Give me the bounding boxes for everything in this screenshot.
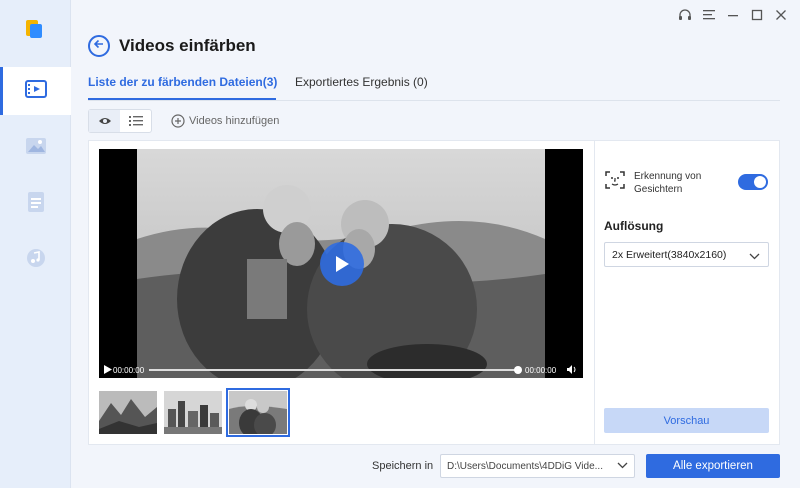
plus-circle-icon (171, 114, 185, 128)
window-controls (678, 6, 788, 24)
chevron-down-icon (749, 251, 760, 263)
headset-icon[interactable] (678, 6, 692, 24)
current-time: 00:00:00 (113, 366, 145, 375)
resolution-label: Auflösung (604, 219, 664, 233)
save-location-label: Speichern in (372, 460, 434, 472)
player-controls: 00:00:00 00:00:00 (99, 362, 583, 378)
view-toggle (88, 109, 152, 133)
list-icon (128, 116, 143, 126)
play-button[interactable] (320, 242, 364, 286)
face-detection-label: Erkennung von Gesichtern (634, 170, 702, 195)
document-icon (27, 191, 45, 218)
tabs-divider (88, 100, 780, 101)
play-small-icon[interactable] (104, 365, 112, 376)
preview-button[interactable]: Vorschau (604, 408, 769, 433)
eye-icon (98, 118, 111, 124)
thumbnail-city[interactable] (164, 391, 222, 434)
back-button[interactable] (88, 35, 110, 57)
chevron-down-icon (617, 461, 628, 472)
thumbnail-couple[interactable] (226, 388, 290, 437)
face-detection-row: Erkennung von Gesichtern (604, 169, 724, 196)
play-icon (336, 256, 349, 272)
sidebar-item-document[interactable] (0, 180, 71, 228)
resolution-value: 2x Erweitert(3840x2160) (612, 248, 727, 261)
preview-view-button[interactable] (89, 110, 120, 132)
maximize-icon[interactable] (750, 6, 764, 24)
arrow-left-icon (93, 37, 105, 55)
seek-handle[interactable] (514, 366, 522, 374)
sidebar-item-music[interactable] (0, 236, 71, 284)
total-time: 00:00:00 (525, 366, 557, 375)
sidebar-item-image[interactable] (0, 124, 71, 172)
tab-exported-results[interactable]: Exportiertes Ergebnis (0) (295, 75, 428, 89)
seek-bar[interactable] (149, 366, 522, 374)
sidebar (0, 0, 71, 488)
minimize-icon[interactable] (726, 6, 740, 24)
export-all-button[interactable]: Alle exportieren (646, 454, 780, 478)
face-detection-toggle[interactable] (738, 174, 768, 190)
tab-files-to-colorize[interactable]: Liste der zu färbenden Dateien(3) (88, 75, 277, 89)
close-icon[interactable] (774, 6, 788, 24)
sidebar-item-video[interactable] (0, 67, 71, 115)
resolution-select[interactable]: 2x Erweitert(3840x2160) (604, 242, 769, 267)
thumbnail-mountains[interactable] (99, 391, 157, 434)
volume-icon[interactable] (567, 365, 577, 376)
face-detection-icon (604, 169, 626, 196)
save-location-select[interactable]: D:\Users\Documents\4DDiG Vide... (440, 454, 635, 478)
add-videos-label: Videos hinzufügen (189, 115, 280, 127)
music-icon (26, 248, 46, 273)
page-title: Videos einfärben (119, 36, 256, 55)
app-logo-icon (22, 17, 46, 41)
image-icon (25, 137, 47, 160)
video-icon (24, 79, 47, 104)
add-videos-button[interactable]: Videos hinzufügen (171, 114, 279, 128)
menu-icon[interactable] (702, 6, 716, 24)
save-path-value: D:\Users\Documents\4DDiG Vide... (447, 460, 603, 472)
active-tab-indicator (88, 98, 276, 100)
list-view-button[interactable] (120, 110, 151, 132)
